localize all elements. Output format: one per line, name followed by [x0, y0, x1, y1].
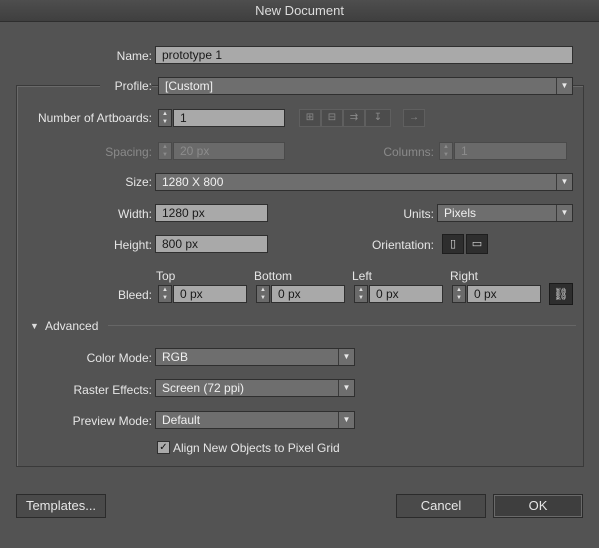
color-mode-label: Color Mode: [86, 351, 152, 365]
arrange-by-column-icon[interactable]: ↧ [365, 109, 391, 127]
bleed-label: Bleed: [117, 288, 152, 302]
portrait-icon[interactable]: ▯ [442, 234, 464, 254]
orientation-label: Orientation: [371, 238, 434, 252]
landscape-icon[interactable]: ▭ [466, 234, 488, 254]
size-value: 1280 X 800 [162, 175, 224, 189]
preview-mode-label: Preview Mode: [72, 414, 152, 428]
columns-stepper: ▲ ▼ [439, 142, 453, 160]
height-label: Height: [113, 238, 152, 252]
grid-by-row-icon[interactable]: ⊞ [299, 109, 321, 127]
advanced-toggle[interactable]: Advanced [45, 317, 125, 335]
spacing-label: Spacing: [105, 145, 152, 159]
artboards-stepper[interactable]: ▲ ▼ [158, 109, 172, 127]
units-dropdown[interactable]: Pixels ▼ [437, 204, 573, 222]
color-mode-value: RGB [162, 350, 189, 364]
color-mode-dropdown[interactable]: RGB ▼ [155, 348, 355, 366]
chevron-down-icon: ▼ [556, 78, 572, 94]
align-pixel-grid-checkbox[interactable]: ✓ [157, 441, 170, 454]
units-label: Units: [403, 207, 434, 221]
right-to-left-icon[interactable]: → [403, 109, 425, 127]
profile-label: Profile: [100, 77, 152, 95]
spacing-input: 20 px [173, 142, 285, 160]
bleed-left-input[interactable]: 0 px [369, 285, 443, 303]
bleed-bottom-stepper[interactable]: ▲ ▼ [256, 285, 270, 303]
cancel-button[interactable]: Cancel [396, 494, 486, 518]
bleed-right-stepper[interactable]: ▲ ▼ [452, 285, 466, 303]
preview-mode-dropdown[interactable]: Default ▼ [155, 411, 355, 429]
bleed-top-label: Top [156, 269, 176, 283]
artboards-label: Number of Artboards: [37, 111, 152, 125]
raster-effects-label: Raster Effects: [73, 383, 152, 397]
units-value: Pixels [444, 206, 477, 220]
chevron-down-icon: ▼ [338, 412, 354, 428]
advanced-divider [108, 325, 576, 326]
bleed-top-input[interactable]: 0 px [173, 285, 247, 303]
chevron-down-icon: ▼ [338, 380, 354, 396]
arrange-by-row-icon[interactable]: ⇉ [343, 109, 365, 127]
bleed-bottom-label: Bottom [254, 269, 293, 283]
disclosure-triangle-icon[interactable]: ▼ [30, 319, 39, 333]
raster-effects-dropdown[interactable]: Screen (72 ppi) ▼ [155, 379, 355, 397]
grid-by-column-icon[interactable]: ⊟ [321, 109, 343, 127]
name-input[interactable]: prototype 1 [155, 46, 573, 64]
width-label: Width: [117, 207, 152, 221]
size-label: Size: [125, 175, 152, 189]
chevron-down-icon: ▼ [338, 349, 354, 365]
columns-input: 1 [454, 142, 567, 160]
link-icon[interactable]: ⛓ [549, 283, 573, 305]
bleed-top-stepper[interactable]: ▲ ▼ [158, 285, 172, 303]
bleed-right-label: Right [450, 269, 479, 283]
size-dropdown[interactable]: 1280 X 800 ▼ [155, 173, 573, 191]
name-label: Name: [116, 49, 152, 63]
height-input[interactable]: 800 px [155, 235, 268, 253]
profile-dropdown[interactable]: [Custom] ▼ [158, 77, 573, 95]
templates-button[interactable]: Templates... [16, 494, 106, 518]
ok-button[interactable]: OK [493, 494, 583, 518]
artboards-input[interactable]: 1 [173, 109, 285, 127]
raster-effects-value: Screen (72 ppi) [162, 381, 245, 395]
width-input[interactable]: 1280 px [155, 204, 268, 222]
spacing-stepper: ▲ ▼ [158, 142, 172, 160]
preview-mode-value: Default [162, 413, 201, 427]
bleed-left-stepper[interactable]: ▲ ▼ [354, 285, 368, 303]
columns-label: Columns: [383, 145, 434, 159]
chevron-down-icon: ▼ [556, 174, 572, 190]
profile-value: [Custom] [165, 79, 214, 93]
bleed-left-label: Left [352, 269, 373, 283]
bleed-bottom-input[interactable]: 0 px [271, 285, 345, 303]
chevron-down-icon: ▼ [556, 205, 572, 221]
window-title: New Document [0, 0, 599, 22]
align-pixel-grid-label: Align New Objects to Pixel Grid [173, 441, 340, 455]
bleed-right-input[interactable]: 0 px [467, 285, 541, 303]
